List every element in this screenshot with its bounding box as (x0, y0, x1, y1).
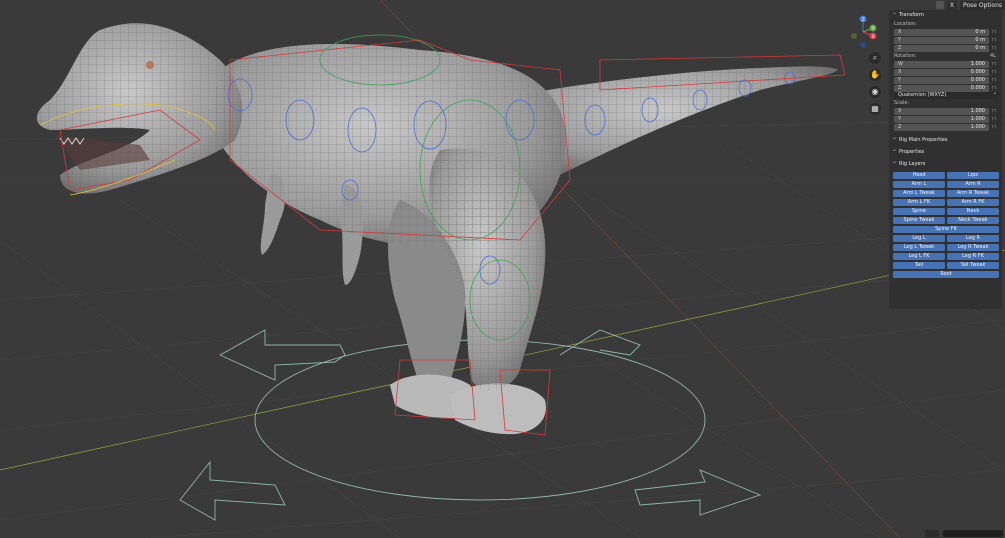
properties-header[interactable]: Properties (889, 145, 1002, 157)
scale-x-field[interactable]: X 1.000 (894, 107, 989, 115)
rig-layer-button[interactable]: Spine (893, 208, 945, 215)
location-z-row: Z 0 m ⊓ (894, 44, 1002, 52)
rig-layer-button[interactable]: Arm L FK (893, 199, 945, 206)
viewport-nav-tools: ⌕ ✋ ◉ ▦ (869, 52, 881, 115)
lock-icon[interactable]: ⊓ (992, 37, 998, 43)
rig-layer-button[interactable]: Neck Tweak (947, 217, 999, 224)
lock-icon[interactable]: ⊓ (992, 61, 998, 67)
rotation-4l-toggle[interactable]: 4L (990, 52, 996, 60)
rotation-z-field[interactable]: Z 0.000 (894, 84, 989, 92)
viewport-header-right: X Pose Options (935, 0, 1005, 10)
viewport-footer (925, 529, 1005, 538)
scale-label: Scale: (894, 100, 910, 106)
rotation-w-row: W 1.000 ⊓ (894, 60, 1002, 68)
scale-y-row: Y 1.000 ⊓ (894, 115, 1002, 123)
lock-icon[interactable]: ⊓ (992, 108, 998, 114)
view-menu-icon[interactable] (925, 530, 939, 537)
t-rex-model (36, 23, 838, 435)
rig-layer-button[interactable]: Arm L (893, 181, 945, 188)
rig-layer-button[interactable]: Leg R (947, 235, 999, 242)
location-label: Location: (894, 21, 917, 27)
location-z-field[interactable]: Z 0 m (894, 44, 989, 52)
location-y-row: Y 0 m ⊓ (894, 36, 1002, 44)
rig-layer-button[interactable]: Leg R Tweak (947, 244, 999, 251)
rig-layer-button[interactable]: Leg R FK (947, 253, 999, 260)
rig-layer-button[interactable]: Arm L Tweak (893, 190, 945, 197)
camera-icon[interactable]: ◉ (869, 86, 881, 98)
rig-layers-header[interactable]: Rig Layers (889, 157, 1002, 169)
hand-icon[interactable]: ✋ (869, 69, 881, 81)
viewport-scene (0, 0, 1005, 538)
lock-icon[interactable]: ⊓ (992, 124, 998, 130)
close-button[interactable]: X (946, 0, 958, 10)
rig-layer-button[interactable]: Arm R Tweak (947, 190, 999, 197)
rotation-y-row: Y 0.000 ⊓ (894, 76, 1002, 84)
rig-layer-button[interactable]: Tail Tweak (947, 262, 999, 269)
rig-layer-button[interactable]: Arm R FK (947, 199, 999, 206)
lock-icon[interactable]: ⊓ (992, 45, 998, 51)
rig-main-properties-header[interactable]: Rig Main Properties (889, 133, 1002, 145)
rig-layer-button[interactable]: Leg L (893, 235, 945, 242)
gizmo-x-label: X (872, 34, 875, 40)
rig-layer-button[interactable]: Head (893, 172, 945, 179)
pose-options-menu[interactable]: Pose Options (960, 0, 1005, 10)
overlay-toggle-icon[interactable] (935, 1, 944, 9)
search-input[interactable] (943, 530, 1003, 537)
rig-layer-button[interactable]: Tail (893, 262, 945, 269)
scale-z-row: Z 1.000 ⊓ (894, 123, 1002, 131)
transform-header[interactable]: Transform (889, 8, 1002, 20)
rotation-x-row: X 0.000 ⊓ (894, 68, 1002, 76)
gizmo-neg-y (851, 33, 857, 39)
rig-layers-grid: Head Lips Arm L Arm R Arm L Tweak Arm R Tweak… (889, 169, 1002, 278)
location-y-field[interactable]: Y 0 m (894, 36, 989, 44)
sidebar-panel: Transform Location: X 0 m ⊓ Y 0 m ⊓ Z 0 … (889, 8, 1002, 309)
scale-x-row: X 1.000 ⊓ (894, 107, 1002, 115)
rotation-label: Rotation: (894, 53, 917, 59)
rig-layer-button[interactable]: Neck (947, 208, 999, 215)
3d-viewport[interactable] (0, 0, 1005, 538)
rig-layer-button[interactable]: Spine FK (893, 226, 999, 233)
rig-layer-button[interactable]: Root (893, 271, 999, 278)
scale-z-field[interactable]: Z 1.000 (894, 123, 989, 131)
rig-layer-button[interactable]: Lips (947, 172, 999, 179)
lock-icon[interactable]: ⊓ (992, 116, 998, 122)
rotation-w-field[interactable]: W 1.000 (894, 60, 989, 68)
rotation-label-row: Rotation: 4L (889, 52, 1002, 60)
gizmo-y-label: Y (871, 26, 875, 32)
rotation-mode-select[interactable]: Quaternion (WXYZ) (894, 90, 999, 99)
location-x-row: X 0 m ⊓ (894, 28, 1002, 36)
rig-layer-button[interactable]: Spine Tweak (893, 217, 945, 224)
lock-icon[interactable]: ⊓ (992, 77, 998, 83)
rig-layer-button[interactable]: Leg L Tweak (893, 244, 945, 251)
location-x-field[interactable]: X 0 m (894, 28, 989, 36)
gizmo-neg-z (860, 42, 866, 48)
rig-layer-button[interactable]: Arm R (947, 181, 999, 188)
rig-layer-button[interactable]: Leg L FK (893, 253, 945, 260)
rotation-z-row: Z 0.000 ⊓ (894, 84, 1002, 92)
gizmo-z-label: Z (862, 17, 865, 23)
lock-icon[interactable]: ⊓ (992, 69, 998, 75)
navigation-gizmo[interactable]: Z Y X (846, 14, 880, 50)
grid-icon[interactable]: ▦ (869, 103, 881, 115)
scale-y-field[interactable]: Y 1.000 (894, 115, 989, 123)
zoom-icon[interactable]: ⌕ (869, 52, 881, 64)
rotation-x-field[interactable]: X 0.000 (894, 68, 989, 76)
rotation-y-field[interactable]: Y 0.000 (894, 76, 989, 84)
lock-icon[interactable]: ⊓ (992, 29, 998, 35)
